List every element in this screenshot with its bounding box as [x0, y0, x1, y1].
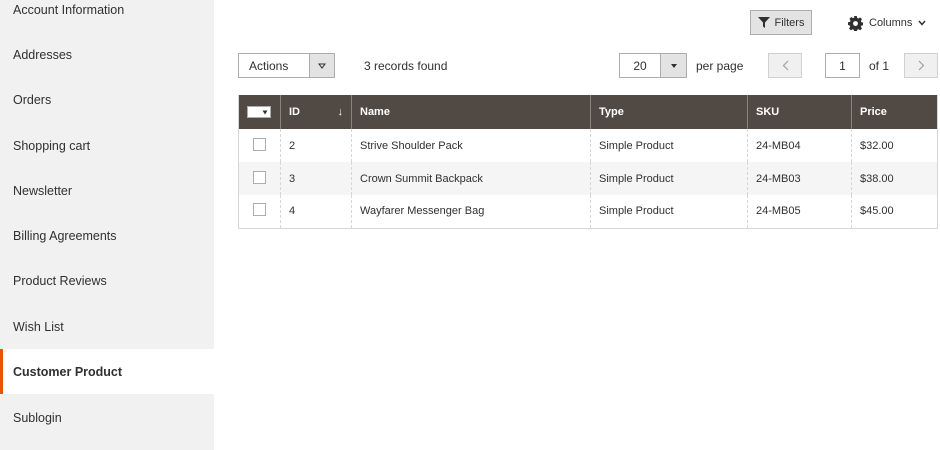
column-header-id[interactable]: ID ↓ [280, 95, 352, 129]
chevron-down-icon [670, 63, 677, 68]
row-select-cell [238, 162, 281, 195]
account-sidebar: Account Information Addresses Orders Sho… [0, 0, 214, 450]
table-row: 2 Strive Shoulder Pack Simple Product 24… [239, 129, 938, 162]
page-total: of 1 [869, 58, 890, 73]
column-header-type[interactable]: Type [590, 95, 748, 129]
mass-select-header[interactable] [238, 95, 281, 129]
column-header-label: ID [289, 106, 300, 118]
cell-id: 2 [280, 129, 352, 162]
column-header-label: Name [360, 106, 390, 118]
sidebar-item-billing-agreements[interactable]: Billing Agreements [0, 213, 214, 258]
cell-price: $45.00 [851, 195, 938, 229]
next-page-button[interactable] [904, 53, 938, 78]
per-page-label: per page [696, 58, 744, 73]
row-checkbox[interactable] [253, 170, 266, 184]
chevron-left-icon [782, 60, 788, 71]
sidebar-item-label: Newsletter [13, 183, 73, 198]
column-header-sku[interactable]: SKU [747, 95, 852, 129]
sidebar-item-label: Orders [13, 92, 52, 107]
column-header-label: Type [599, 106, 624, 118]
cell-type: Simple Product [590, 162, 748, 195]
columns-label: Columns [869, 17, 913, 29]
chevron-down-icon [262, 110, 268, 115]
cell-sku: 24-MB04 [747, 129, 852, 162]
cell-name: Wayfarer Messenger Bag [351, 195, 591, 229]
cell-price: $38.00 [851, 162, 938, 195]
sidebar-item-label: Addresses [13, 47, 73, 62]
sidebar-item-wish-list[interactable]: Wish List [0, 304, 214, 349]
cell-id: 3 [280, 162, 352, 195]
column-header-label: Price [860, 106, 887, 118]
columns-dropdown[interactable]: Columns [848, 12, 926, 34]
filters-label: Filters [774, 16, 805, 29]
sidebar-item-label: Product Reviews [13, 273, 107, 288]
table-row: 3 Crown Summit Backpack Simple Product 2… [238, 162, 938, 195]
cell-name: Crown Summit Backpack [351, 162, 591, 195]
records-count: 3 records found [364, 58, 448, 73]
row-select-cell [238, 195, 281, 229]
sidebar-item-customer-product[interactable]: Customer Product [0, 349, 214, 394]
sidebar-item-newsletter[interactable]: Newsletter [0, 168, 214, 213]
cell-price: $32.00 [851, 129, 938, 162]
column-header-price[interactable]: Price [851, 95, 938, 129]
row-checkbox[interactable] [253, 203, 266, 217]
per-page-value: 20 [633, 58, 647, 73]
gear-icon [848, 15, 863, 31]
page-number-input[interactable]: 1 [825, 53, 860, 78]
sort-descending-icon: ↓ [337, 106, 344, 118]
cell-type: Simple Product [590, 129, 748, 162]
sidebar-item-product-reviews[interactable]: Product Reviews [0, 258, 214, 303]
sidebar-item-label: Shopping cart [13, 138, 91, 153]
actions-dropdown[interactable]: Actions [238, 53, 335, 78]
mass-select-checkbox[interactable] [247, 106, 271, 119]
row-checkbox[interactable] [253, 137, 266, 151]
chevron-down-icon [318, 63, 326, 69]
sidebar-item-shopping-cart[interactable]: Shopping cart [0, 123, 214, 168]
table-row: 4 Wayfarer Messenger Bag Simple Product … [238, 195, 938, 229]
sidebar-item-label: Wish List [13, 319, 64, 334]
sidebar-item-label: Sublogin [13, 410, 62, 425]
per-page-toggle[interactable] [660, 54, 686, 77]
actions-label: Actions [249, 58, 289, 73]
per-page-select[interactable]: 20 [619, 53, 687, 78]
sidebar-item-label: Account Information [13, 2, 125, 17]
cell-name: Strive Shoulder Pack [351, 129, 591, 162]
actions-toggle[interactable] [309, 54, 334, 77]
column-header-name[interactable]: Name [351, 95, 591, 129]
column-header-label: SKU [756, 106, 780, 118]
cell-type: Simple Product [590, 195, 748, 229]
sidebar-item-sublogin[interactable]: Sublogin [0, 395, 214, 440]
chevron-right-icon [918, 60, 924, 71]
sidebar-item-label: Customer Product [13, 364, 123, 379]
row-select-cell [239, 129, 281, 162]
sidebar-item-addresses[interactable]: Addresses [0, 32, 214, 77]
grid-header-row: ID ↓ Name Type SKU Price [238, 95, 938, 129]
product-grid: ID ↓ Name Type SKU Price 2 Strive Should… [238, 95, 938, 229]
cell-sku: 24-MB03 [747, 162, 852, 195]
sidebar-item-label: Billing Agreements [13, 228, 117, 243]
cell-sku: 24-MB05 [747, 195, 852, 229]
sidebar-item-orders[interactable]: Orders [0, 77, 214, 122]
chevron-down-icon [918, 20, 926, 26]
sidebar-item-account-information[interactable]: Account Information [0, 0, 214, 32]
cell-id: 4 [280, 195, 352, 229]
filter-icon [757, 17, 770, 28]
filters-button[interactable]: Filters [750, 10, 812, 35]
mass-select-box[interactable] [247, 106, 271, 119]
prev-page-button[interactable] [768, 53, 802, 78]
